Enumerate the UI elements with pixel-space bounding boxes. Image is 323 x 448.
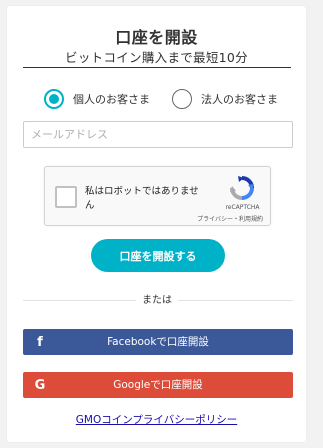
recaptcha-brand: reCAPTCHA bbox=[225, 204, 260, 211]
radio-corporate[interactable]: 法人のお客さま bbox=[172, 89, 278, 109]
title-divider bbox=[23, 67, 291, 68]
radio-selected-dot bbox=[49, 94, 59, 104]
radio-individual[interactable]: 個人のお客さま bbox=[44, 89, 150, 109]
or-separator: または bbox=[136, 292, 178, 309]
radio-label-corporate: 法人のお客さま bbox=[201, 93, 278, 106]
open-account-button[interactable]: 口座を開設する bbox=[91, 239, 225, 272]
radio-button-individual[interactable] bbox=[44, 89, 64, 109]
radio-label-individual: 個人のお客さま bbox=[73, 93, 150, 106]
recaptcha-checkbox[interactable] bbox=[55, 186, 77, 208]
facebook-signup-label: Facebookで口座開設 bbox=[107, 336, 209, 348]
radio-button-corporate[interactable] bbox=[172, 89, 192, 109]
recaptcha-label: 私はロボットではありません bbox=[85, 186, 199, 211]
signup-card: 口座を開設 ビットコイン購入まで最短10分 個人のお客さま 法人のお客さま 私は… bbox=[7, 6, 306, 442]
facebook-signup-button[interactable]: f Facebookで口座開設 bbox=[23, 329, 293, 355]
google-signup-label: Googleで口座開設 bbox=[113, 379, 203, 391]
page-subtitle: ビットコイン購入まで最短10分 bbox=[65, 50, 248, 65]
recaptcha-widget: 私はロボットではありません reCAPTCHA プライバシー・利用規約 bbox=[44, 166, 271, 226]
recaptcha-privacy-terms-link[interactable]: プライバシー・利用規約 bbox=[179, 214, 271, 223]
page-title: 口座を開設 bbox=[115, 28, 198, 47]
recaptcha-logo-icon bbox=[230, 176, 254, 200]
privacy-policy-link[interactable]: GMOコインプライバシーポリシー bbox=[7, 412, 306, 427]
google-signup-button[interactable]: G Googleで口座開設 bbox=[23, 372, 293, 398]
email-field[interactable] bbox=[23, 121, 293, 148]
